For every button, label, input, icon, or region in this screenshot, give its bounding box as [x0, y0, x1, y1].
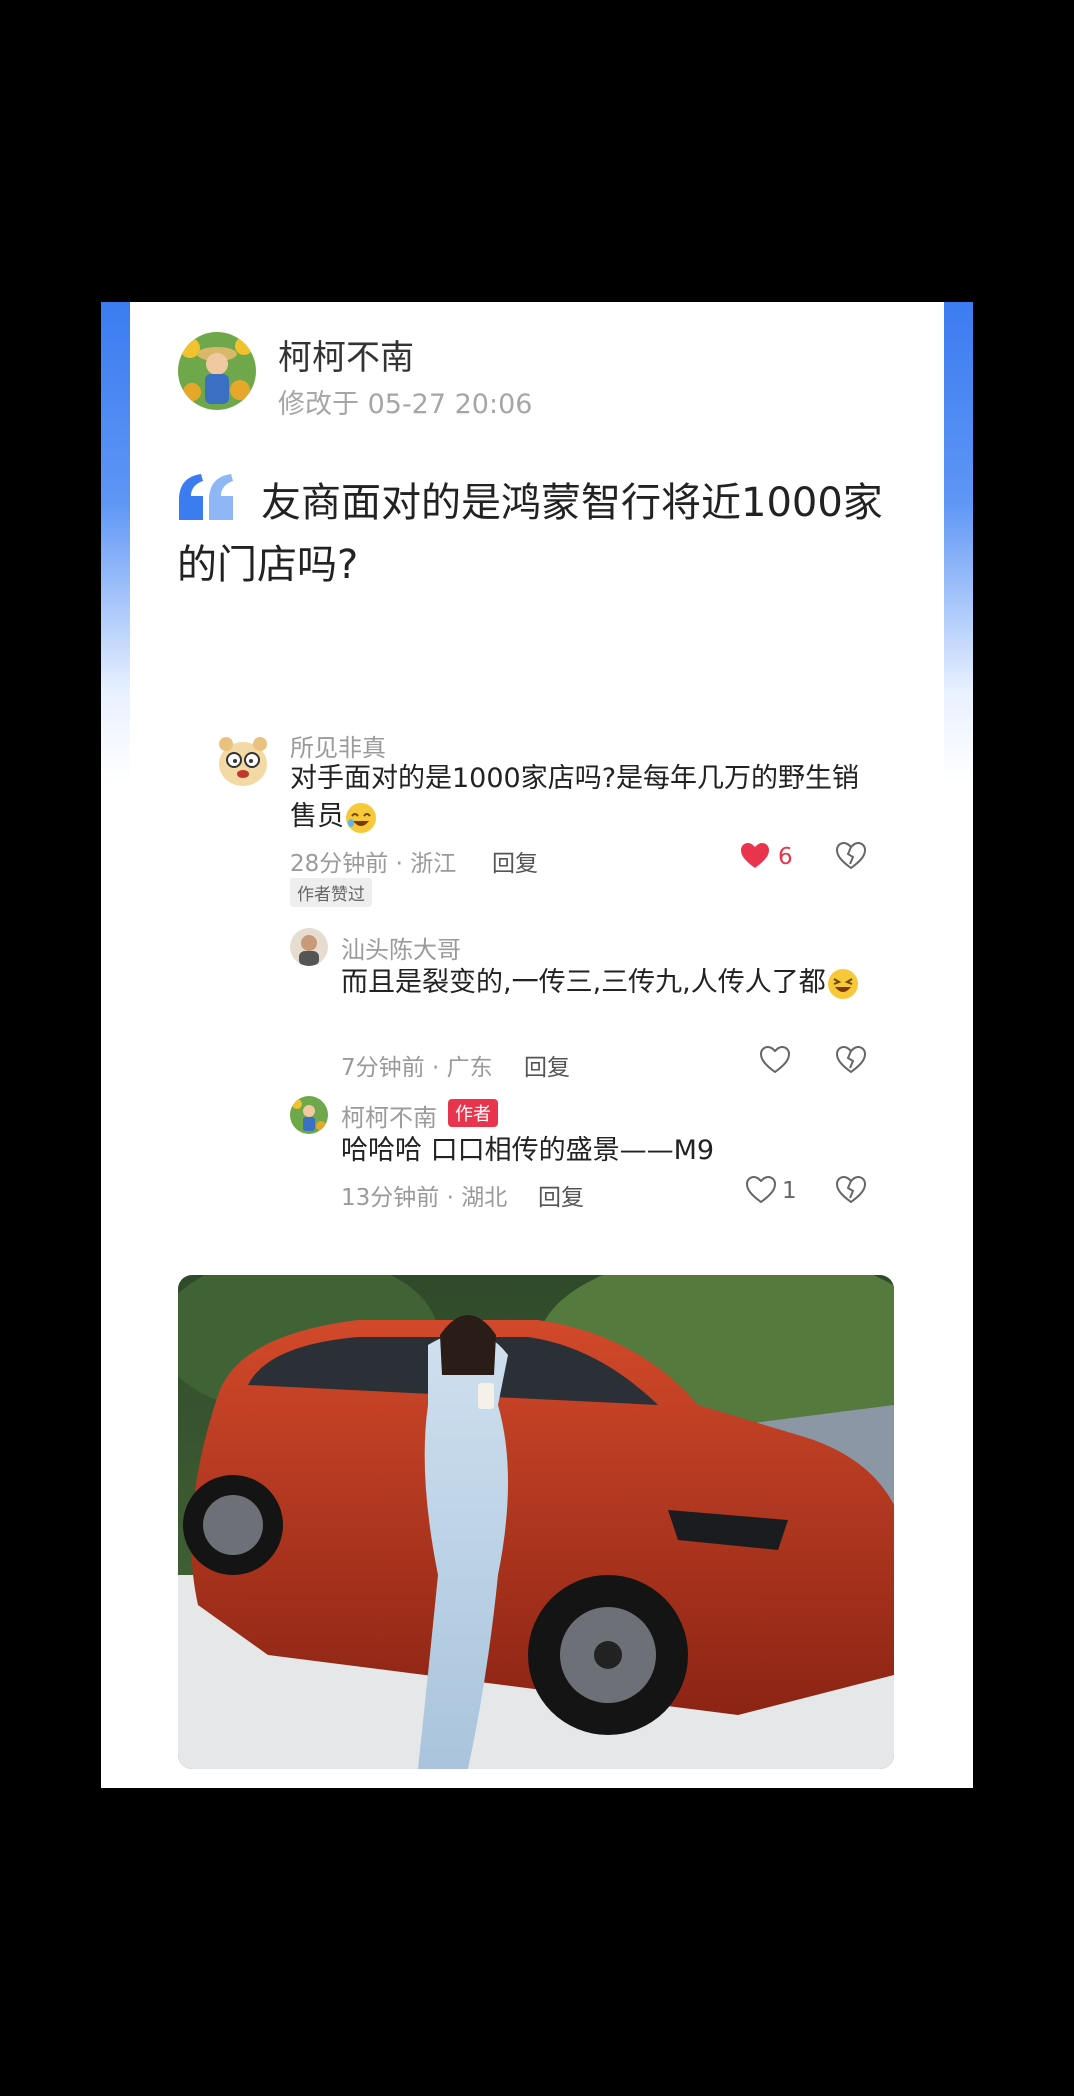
commenter-avatar[interactable]	[290, 1096, 328, 1134]
post-question: 友商面对的是鸿蒙智行将近1000家的门店吗?	[177, 480, 883, 588]
laughing-emoji-icon	[826, 967, 860, 1001]
screenshot-frame: 柯柯不南 修改于 05-27 20:06 友商面对的是鸿蒙智行将近1000家的门…	[101, 302, 973, 1788]
modified-time: 修改于 05-27 20:06	[278, 389, 533, 420]
reply-button[interactable]: 回复	[538, 1178, 584, 1212]
car-photo[interactable]	[178, 1275, 894, 1769]
rofl-emoji-icon	[344, 801, 378, 835]
heart-icon[interactable]	[746, 1176, 776, 1204]
broken-heart-icon[interactable]	[836, 1176, 866, 1204]
author-name[interactable]: 柯柯不南	[278, 330, 414, 379]
author-liked-badge: 作者赞过	[290, 878, 372, 907]
heart-icon[interactable]	[760, 1046, 790, 1074]
comment-meta: 13分钟前 · 湖北	[341, 1185, 508, 1211]
reply-button[interactable]: 回复	[524, 1048, 570, 1082]
reply-button[interactable]: 回复	[492, 844, 538, 878]
comment-text: 哈哈哈 口口相传的盛景——M9	[341, 1135, 715, 1166]
like-count: 1	[782, 1178, 797, 1204]
like-count: 6	[778, 844, 793, 870]
author-avatar[interactable]	[178, 332, 256, 410]
commenter-name[interactable]: 柯柯不南	[341, 1098, 437, 1133]
commenter-name[interactable]: 所见非真	[290, 728, 386, 763]
post-card: 柯柯不南 修改于 05-27 20:06 友商面对的是鸿蒙智行将近1000家的门…	[130, 302, 944, 1788]
comment-text: 而且是裂变的,一传三,三传九,人传人了都	[341, 964, 861, 1002]
comment-text: 对手面对的是1000家店吗?是每年几万的野生销售员	[290, 760, 860, 836]
author-tag: 作者	[448, 1099, 498, 1127]
comment-meta: 7分钟前 · 广东	[341, 1055, 493, 1081]
heart-icon[interactable]	[740, 842, 770, 870]
commenter-name[interactable]: 汕头陈大哥	[341, 930, 461, 965]
broken-heart-icon[interactable]	[836, 842, 866, 870]
commenter-avatar[interactable]	[290, 928, 328, 966]
comment-meta: 28分钟前 · 浙江	[290, 851, 457, 877]
commenter-avatar[interactable]	[210, 728, 276, 794]
broken-heart-icon[interactable]	[836, 1046, 866, 1074]
